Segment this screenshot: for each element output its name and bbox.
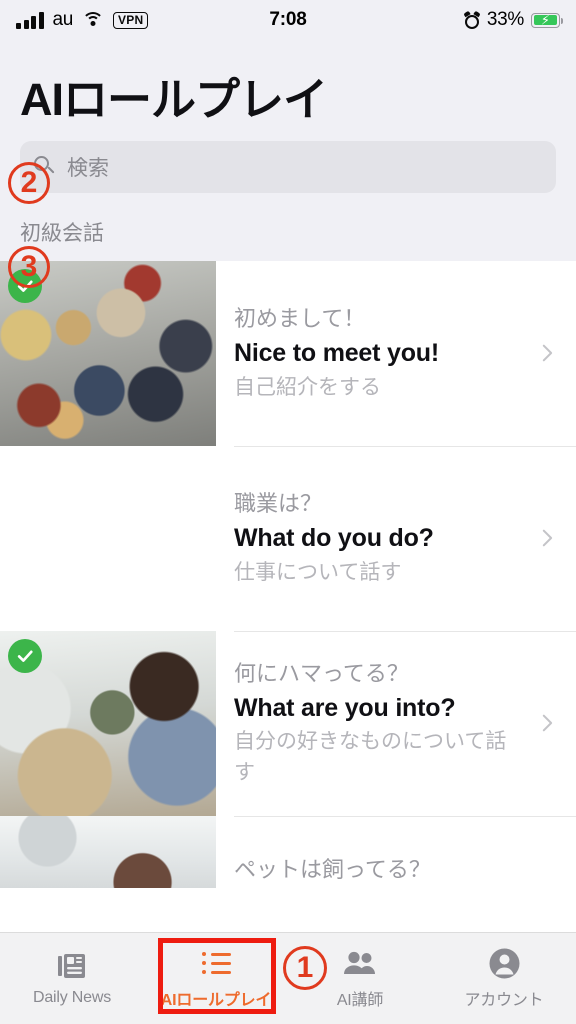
alarm-icon: [463, 10, 481, 29]
newspaper-icon: [55, 950, 89, 982]
lesson-thumbnail: [0, 815, 216, 888]
page-header: AIロールプレイ 検索: [0, 40, 576, 207]
lesson-subtitle: 仕事について話す: [234, 560, 402, 584]
lesson-subtitle: 自己紹介をする: [234, 375, 381, 399]
chevron-right-icon: [536, 527, 558, 549]
lesson-content: 職業は？ What do you do? 仕事について話す: [216, 445, 576, 631]
lesson-content: 何にハマってる？ What are you into? 自分の好きなものについて…: [216, 630, 576, 816]
tab-label: AI講師: [336, 992, 384, 1009]
search-input[interactable]: 検索: [20, 140, 556, 193]
vpn-badge: VPN: [113, 11, 149, 29]
status-bar: au VPN 7:08 33% ⚡: [0, 0, 576, 40]
lesson-thumbnail: [0, 446, 216, 631]
chevron-right-icon: [536, 712, 558, 734]
carrier-label: au: [52, 9, 74, 30]
battery-charging-icon: ⚡: [531, 12, 564, 28]
list-item[interactable]: ペットは飼ってる？: [0, 815, 576, 888]
person-circle-icon: [487, 947, 521, 979]
tab-label: Daily News: [32, 989, 112, 1006]
tab-daily-news[interactable]: Daily News: [0, 933, 144, 1024]
lesson-thumbnail: [0, 630, 216, 816]
lesson-en-title: What are you into?: [234, 693, 456, 722]
list-item[interactable]: 職業は？ What do you do? 仕事について話す: [0, 445, 576, 631]
tab-account[interactable]: アカウント: [432, 933, 576, 1024]
lesson-texts: 初めまして！ Nice to meet you! 自己紹介をする: [234, 303, 526, 403]
annotation-marker-1: 1: [283, 946, 327, 990]
completed-check-icon: [8, 638, 42, 673]
lesson-texts: 何にハマってる？ What are you into? 自分の好きなものについて…: [234, 658, 526, 788]
battery-percent-label: 33%: [486, 9, 524, 30]
section-title: 初級会話: [0, 206, 576, 261]
list-item[interactable]: 何にハマってる？ What are you into? 自分の好きなものについて…: [0, 630, 576, 816]
lesson-texts: 職業は？ What do you do? 仕事について話す: [234, 488, 526, 588]
list-item[interactable]: 初めまして！ Nice to meet you! 自己紹介をする: [0, 260, 576, 446]
signal-bars-icon: [16, 11, 44, 29]
lesson-ja-title: 何にハマってる？: [234, 660, 409, 686]
tab-ai-roleplay[interactable]: AIロールプレイ: [144, 933, 288, 1024]
lesson-content: 初めまして！ Nice to meet you! 自己紹介をする: [216, 261, 576, 446]
lesson-en-title: What do you do?: [234, 524, 434, 553]
lesson-list: 初めまして！ Nice to meet you! 自己紹介をする 職業は？ Wh…: [0, 260, 576, 888]
status-bar-left: au VPN: [16, 9, 149, 31]
lesson-ja-title: ペットは飼ってる？: [234, 856, 431, 882]
lesson-ja-title: 初めまして！: [234, 306, 366, 332]
wifi-icon: [82, 11, 105, 29]
lesson-thumbnail: [0, 260, 216, 446]
search-placeholder: 検索: [67, 156, 109, 180]
status-bar-right: 33% ⚡: [463, 9, 564, 31]
lesson-content: ペットは飼ってる？: [216, 815, 576, 888]
tab-label: アカウント: [464, 992, 544, 1009]
list-icon: [199, 947, 233, 979]
people-icon: [343, 947, 377, 979]
tab-label: AIロールプレイ: [160, 992, 272, 1009]
chevron-right-icon: [536, 342, 558, 364]
lesson-texts: ペットは飼ってる？: [234, 854, 558, 886]
page-title: AIロールプレイ: [20, 74, 328, 125]
annotation-marker-3: 3: [8, 246, 50, 288]
lesson-ja-title: 職業は？: [234, 491, 323, 517]
lesson-subtitle: 自分の好きなものについて話す: [234, 730, 507, 784]
lesson-en-title: Nice to meet you!: [234, 339, 439, 368]
app-root: au VPN 7:08 33% ⚡ AIロールプレイ 検索 初級会話 初めまして…: [0, 0, 576, 1024]
annotation-marker-2: 2: [8, 162, 50, 204]
